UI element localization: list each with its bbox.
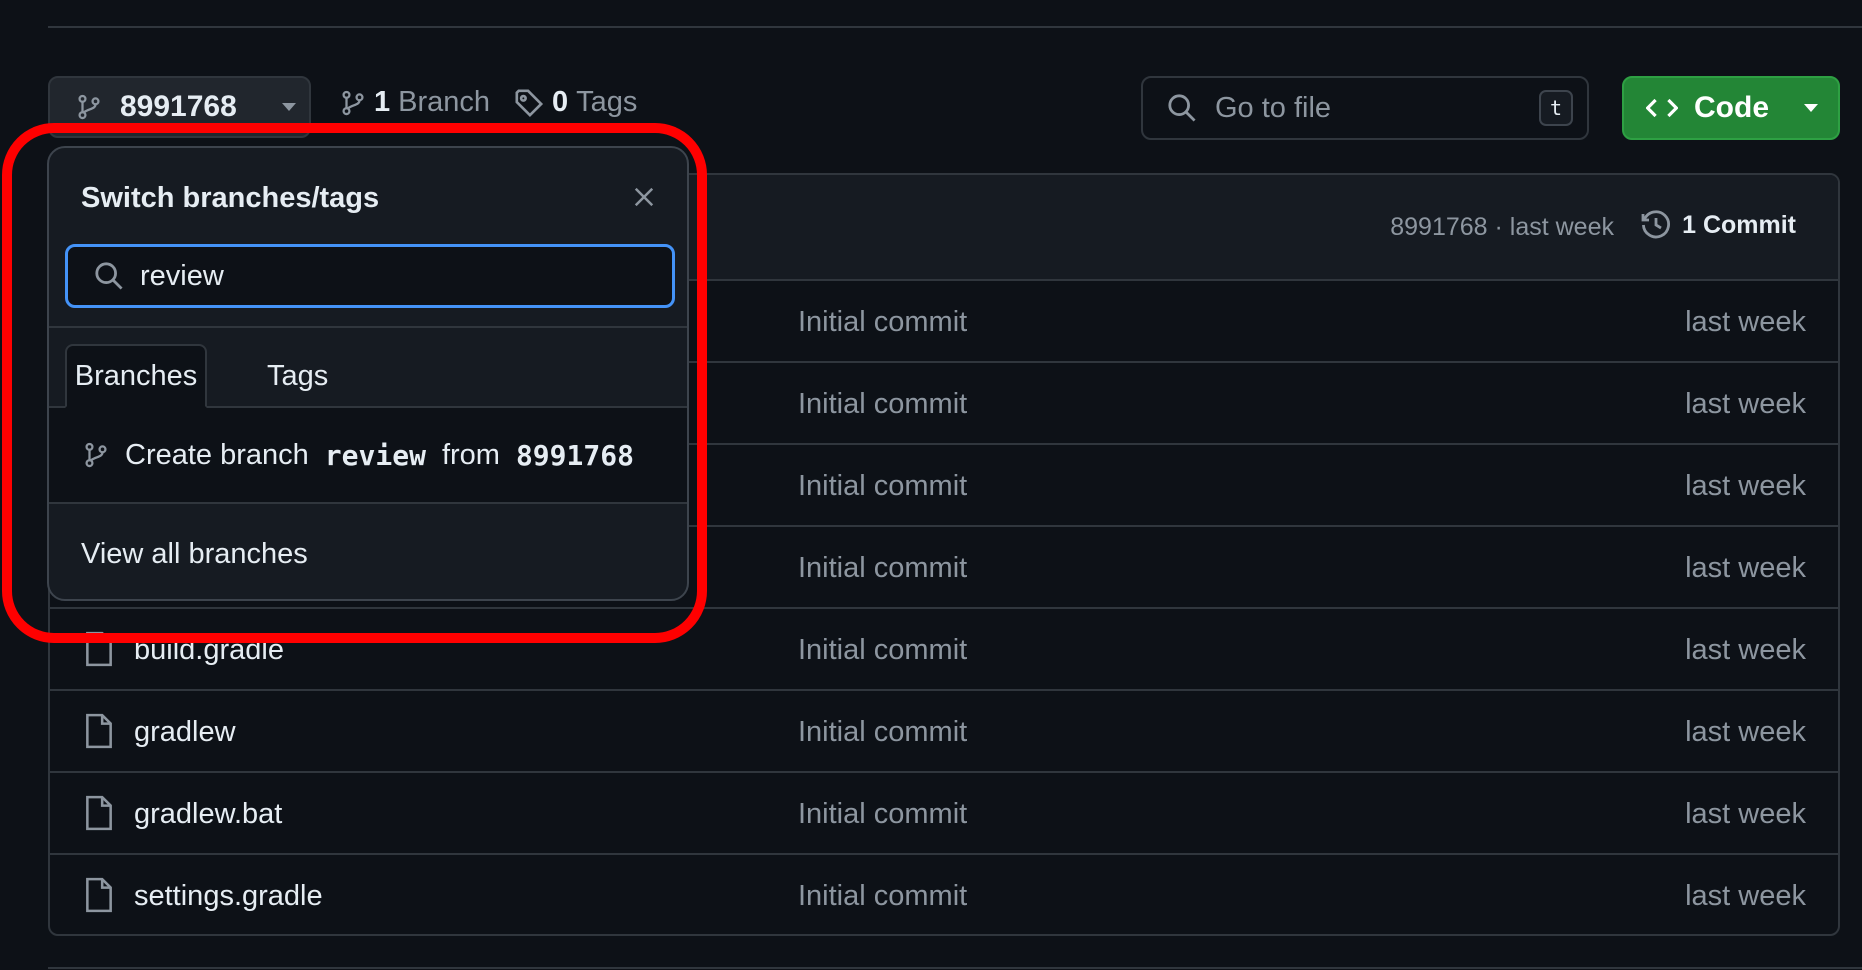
tags-link[interactable]: 0 Tags xyxy=(514,86,637,119)
git-branch-icon xyxy=(76,92,102,122)
branch-ref-label: 8991768 xyxy=(120,90,237,123)
commit-date: last week xyxy=(1685,388,1806,420)
create-branch-item[interactable]: Create branch review from 8991768 xyxy=(49,408,687,504)
create-branch-from: from xyxy=(441,438,500,471)
file-icon xyxy=(84,877,114,913)
file-icon xyxy=(84,795,114,831)
tag-count-label: Tags xyxy=(576,86,638,118)
go-to-file-placeholder: Go to file xyxy=(1215,91,1332,124)
bottom-divider xyxy=(48,967,1862,969)
history-icon xyxy=(1640,209,1672,241)
commit-message[interactable]: Initial commit xyxy=(798,552,967,585)
table-row[interactable]: settings.gradle Initial commit last week xyxy=(50,855,1838,934)
git-branch-icon xyxy=(83,440,109,470)
latest-commit-meta[interactable]: 8991768 · last week xyxy=(1390,213,1614,242)
commit-message[interactable]: Initial commit xyxy=(798,880,967,913)
commit-message[interactable]: Initial commit xyxy=(798,798,967,831)
tab-tags[interactable]: Tags xyxy=(267,344,328,408)
commit-message[interactable]: Initial commit xyxy=(798,470,967,503)
file-icon xyxy=(84,713,114,749)
code-button-label: Code xyxy=(1694,91,1769,124)
branch-search-input[interactable] xyxy=(140,259,620,293)
top-divider xyxy=(48,26,1862,28)
branches-link[interactable]: 1 Branch xyxy=(340,86,490,119)
git-branch-icon xyxy=(340,88,366,118)
commit-message[interactable]: Initial commit xyxy=(798,306,967,339)
commits-link[interactable]: 1 Commit xyxy=(1640,209,1796,241)
switch-branches-popover: Switch branches/tags Branches Tags Creat… xyxy=(47,146,689,601)
commit-count-label: 1 Commit xyxy=(1682,210,1796,239)
code-button[interactable]: Code xyxy=(1622,76,1840,140)
caret-down-icon xyxy=(1803,103,1819,113)
go-to-file-input[interactable]: Go to file t xyxy=(1141,76,1589,140)
commit-date: last week xyxy=(1685,798,1806,830)
file-name[interactable]: gradlew xyxy=(134,716,236,749)
branch-count-label: Branch xyxy=(398,86,491,118)
keyboard-shortcut-hint: t xyxy=(1539,90,1573,126)
commit-date: last week xyxy=(1685,306,1806,338)
new-branch-name: review xyxy=(324,438,426,472)
commit-date: last week xyxy=(1685,634,1806,666)
file-name[interactable]: gradlew.bat xyxy=(134,798,282,831)
commit-message[interactable]: Initial commit xyxy=(798,716,967,749)
table-row[interactable]: gradlew Initial commit last week xyxy=(50,691,1838,773)
branch-count: 1 xyxy=(374,86,391,118)
search-icon xyxy=(94,261,124,291)
commit-date: last week xyxy=(1685,716,1806,748)
source-ref: 8991768 xyxy=(515,438,634,472)
tab-branches[interactable]: Branches xyxy=(65,344,207,408)
file-name[interactable]: settings.gradle xyxy=(134,880,323,913)
commit-date: last week xyxy=(1685,880,1806,912)
commit-date: last week xyxy=(1685,470,1806,502)
branch-search-field[interactable] xyxy=(65,244,675,308)
close-icon[interactable] xyxy=(629,182,659,212)
code-icon xyxy=(1646,95,1678,121)
search-icon xyxy=(1167,93,1197,123)
view-all-branches-link[interactable]: View all branches xyxy=(81,538,308,571)
create-branch-prefix: Create branch xyxy=(125,438,309,471)
commit-message[interactable]: Initial commit xyxy=(798,388,967,421)
caret-down-icon xyxy=(281,102,297,112)
tag-count: 0 xyxy=(552,86,569,118)
popover-title: Switch branches/tags xyxy=(81,182,380,214)
tag-icon xyxy=(514,88,544,118)
commit-date: last week xyxy=(1685,552,1806,584)
commit-message[interactable]: Initial commit xyxy=(798,634,967,667)
table-row[interactable]: gradlew.bat Initial commit last week xyxy=(50,773,1838,855)
divider xyxy=(49,326,687,328)
